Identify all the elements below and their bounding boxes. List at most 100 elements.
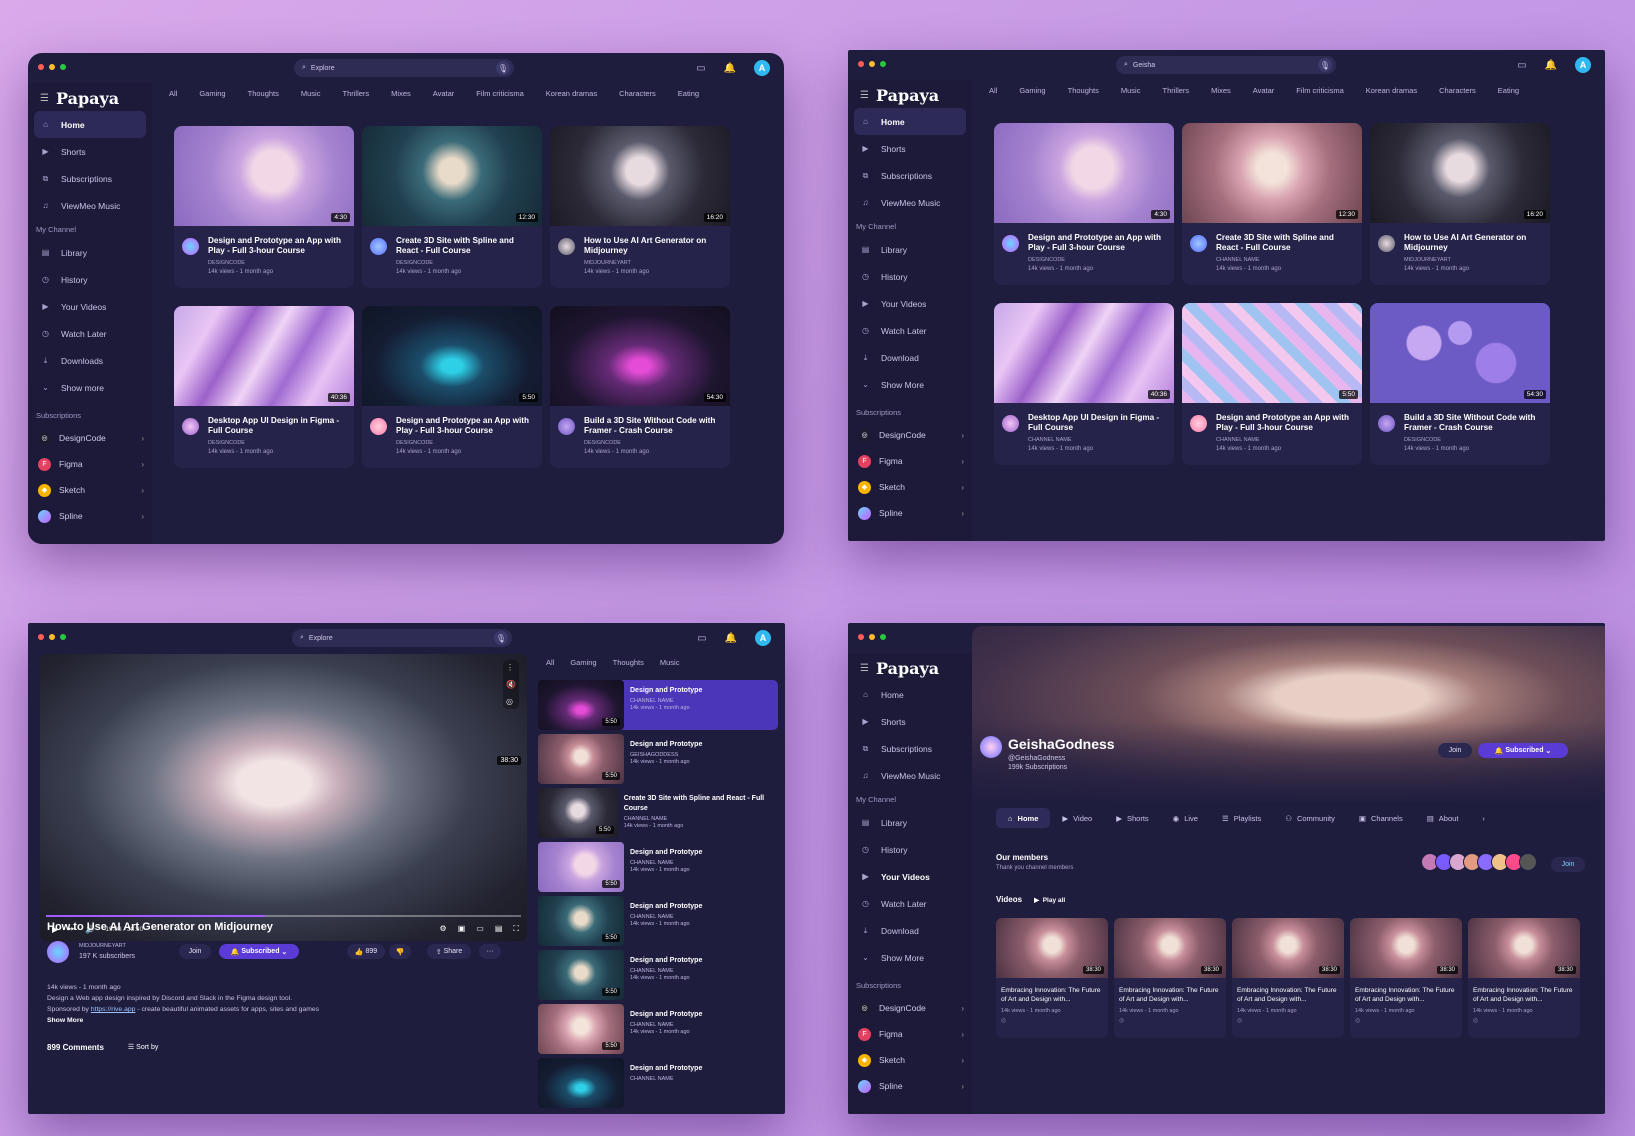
upnext-thumbnail[interactable]: 5:50 [538,896,624,946]
tab-playlists[interactable]: ☰ Playlists [1210,814,1273,823]
chip-film-criticisma[interactable]: Film criticisma [465,89,535,103]
video-title[interactable]: Embracing Innovation: The Future of Art … [1001,986,1103,1004]
sidebar-item-viewmeo-music[interactable]: ♫ ViewMeo Music [34,192,146,219]
logo[interactable]: ☰ Papaya [40,89,119,108]
search-input[interactable]: Geisha [1133,62,1155,69]
upnext-title[interactable]: Create 3D Site with Spline and React - F… [624,794,778,814]
members-join-button[interactable]: Join [1551,857,1585,872]
subscribed-button[interactable]: 🔔 Subscribed ⌄ [219,944,299,959]
chip-korean-dramas[interactable]: Korean dramas [1355,86,1428,100]
sidebar-item-viewmeo-music[interactable]: ♫ ViewMeo Music [854,762,966,789]
fullscreen-icon[interactable]: ⛶ [513,924,519,934]
subscription-designcode[interactable]: ◎ DesignCode › [854,995,966,1021]
miniplayer-icon[interactable]: ▣ [458,924,466,934]
channel-avatar[interactable] [558,238,575,255]
subscription-sketch[interactable]: ◆ Sketch › [854,1047,966,1073]
sidebar-item-watch-later[interactable]: ◷ Watch Later [854,317,966,344]
video-card[interactable]: 4:30 Design and Prototype an App with Pl… [994,123,1174,285]
video-title[interactable]: Embracing Innovation: The Future of Art … [1119,986,1221,1004]
sidebar-item-history[interactable]: ◷ History [854,836,966,863]
upnext-item[interactable]: 5:50 Design and Prototype CHANNEL NAME 1… [538,896,778,946]
video-thumbnail[interactable]: 40:36 [174,306,354,406]
channel-avatar[interactable] [1002,415,1019,432]
channel-video-card[interactable]: 38:30 Embracing Innovation: The Future o… [1114,918,1226,1038]
search-input[interactable]: Explore [309,635,333,642]
upnext-item[interactable]: 5:50 Design and Prototype CHANNEL NAME 1… [538,950,778,1000]
chip-film-criticisma[interactable]: Film criticisma [1285,86,1355,100]
upnext-item[interactable]: 5:50 Create 3D Site with Spline and Reac… [538,788,778,838]
channel-avatar[interactable] [1190,235,1207,252]
sidebar-item-download[interactable]: ⤓ Download [854,344,966,371]
chip-all[interactable]: All [538,658,562,676]
upnext-thumbnail[interactable]: 5:50 [538,788,618,838]
video-title[interactable]: Desktop App UI Design in Figma - Full Co… [1028,413,1168,433]
video-card[interactable]: 5:50 Design and Prototype an App with Pl… [362,306,542,468]
sidebar-item-downloads[interactable]: ⤓ Downloads [34,347,146,374]
upnext-thumbnail[interactable]: 5:50 [538,734,624,784]
menu-icon[interactable]: ☰ [860,90,869,101]
bell-icon[interactable]: 🔔 [1545,60,1557,71]
like-button[interactable]: 👍 899 [347,944,385,959]
chevron-right-icon[interactable]: › [1470,814,1497,823]
search-bar[interactable]: ⌕ Explore 🎙 [294,59,514,77]
sidebar-item-your-videos[interactable]: ▶ Your Videos [34,293,146,320]
chip-korean-dramas[interactable]: Korean dramas [535,89,608,103]
sidebar-item-watch-later[interactable]: ◷ Watch Later [854,890,966,917]
sidebar-item-history[interactable]: ◷ History [34,266,146,293]
channel-video-card[interactable]: 38:30 Embracing Innovation: The Future o… [1232,918,1344,1038]
video-thumbnail[interactable]: 12:30 [1182,123,1362,223]
subscription-spline[interactable]: Spline › [854,1073,966,1099]
camera-icon[interactable]: ▭ [697,633,706,644]
tab-channels[interactable]: ▣ Channels [1347,814,1415,823]
chip-gaming[interactable]: Gaming [562,658,604,676]
upnext-title[interactable]: Design and Prototype [630,902,702,912]
tab-home[interactable]: ⌂ Home [996,808,1051,828]
settings-icon[interactable]: ⚙ [440,924,447,934]
subscription-sketch[interactable]: ◆ Sketch › [34,477,146,503]
channel-video-card[interactable]: 38:30 Embracing Innovation: The Future o… [996,918,1108,1038]
upnext-item[interactable]: Design and Prototype CHANNEL NAME [538,1058,778,1108]
channel-video-card[interactable]: 38:30 Embracing Innovation: The Future o… [1350,918,1462,1038]
play-all-button[interactable]: ▶ Play all [1034,896,1065,904]
subscribed-button[interactable]: 🔔 Subscribed ⌄ [1478,743,1568,758]
channel-avatar[interactable] [182,238,199,255]
window-controls[interactable] [858,634,886,640]
chip-music[interactable]: Music [652,658,688,676]
channel-avatar[interactable] [558,418,575,435]
channel-name[interactable]: DESIGNCODE [208,440,348,446]
upnext-thumbnail[interactable]: 5:50 [538,842,624,892]
sidebar-item-shorts[interactable]: ▶ Shorts [854,708,966,735]
more-vert-icon[interactable]: ⋮ [506,663,516,672]
video-card[interactable]: 54:30 Build a 3D Site Without Code with … [550,306,730,468]
subscription-figma[interactable]: F Figma › [34,451,146,477]
subscription-designcode[interactable]: ◎ DesignCode › [34,425,146,451]
video-thumbnail[interactable]: 40:36 [994,303,1174,403]
chip-thoughts[interactable]: Thoughts [1057,86,1110,100]
subscription-figma[interactable]: F Figma › [854,448,966,474]
upnext-channel[interactable]: GEISHAGODDESS [630,752,702,758]
tab-about[interactable]: ▤ About [1415,814,1471,823]
channel-name[interactable]: DESIGNCODE [584,440,724,446]
menu-icon[interactable]: ☰ [860,663,869,674]
sort-button[interactable]: ☰ Sort by [128,1043,158,1052]
video-title[interactable]: Embracing Innovation: The Future of Art … [1355,986,1457,1004]
sidebar-item-viewmeo-music[interactable]: ♫ ViewMeo Music [854,189,966,216]
video-title[interactable]: How to Use AI Art Generator on Midjourne… [584,236,724,256]
sidebar-item-home[interactable]: ⌂ Home [854,681,966,708]
chip-gaming[interactable]: Gaming [188,89,236,103]
upnext-channel[interactable]: CHANNEL NAME [630,968,702,974]
video-title[interactable]: Design and Prototype an App with Play - … [1028,233,1168,253]
sidebar-item-home[interactable]: ⌂ Home [854,108,966,135]
cast-icon[interactable]: ▤ [495,924,503,934]
channel-name[interactable]: DESIGNCODE [208,260,348,266]
more-button[interactable]: ··· [479,944,501,959]
mute-icon[interactable]: 🔇 [506,680,516,689]
upnext-title[interactable]: Design and Prototype [630,686,702,696]
channel-name[interactable]: MIDJOURNEYART [79,943,126,949]
progress-bar[interactable] [46,915,521,917]
video-thumbnail[interactable]: 38:30 [1350,918,1462,978]
video-title[interactable]: Embracing Innovation: The Future of Art … [1473,986,1575,1004]
channel-video-card[interactable]: 38:30 Embracing Innovation: The Future o… [1468,918,1580,1038]
channel-name[interactable]: DESIGNCODE [396,440,536,446]
tab-shorts[interactable]: ▶ Shorts [1104,814,1160,823]
